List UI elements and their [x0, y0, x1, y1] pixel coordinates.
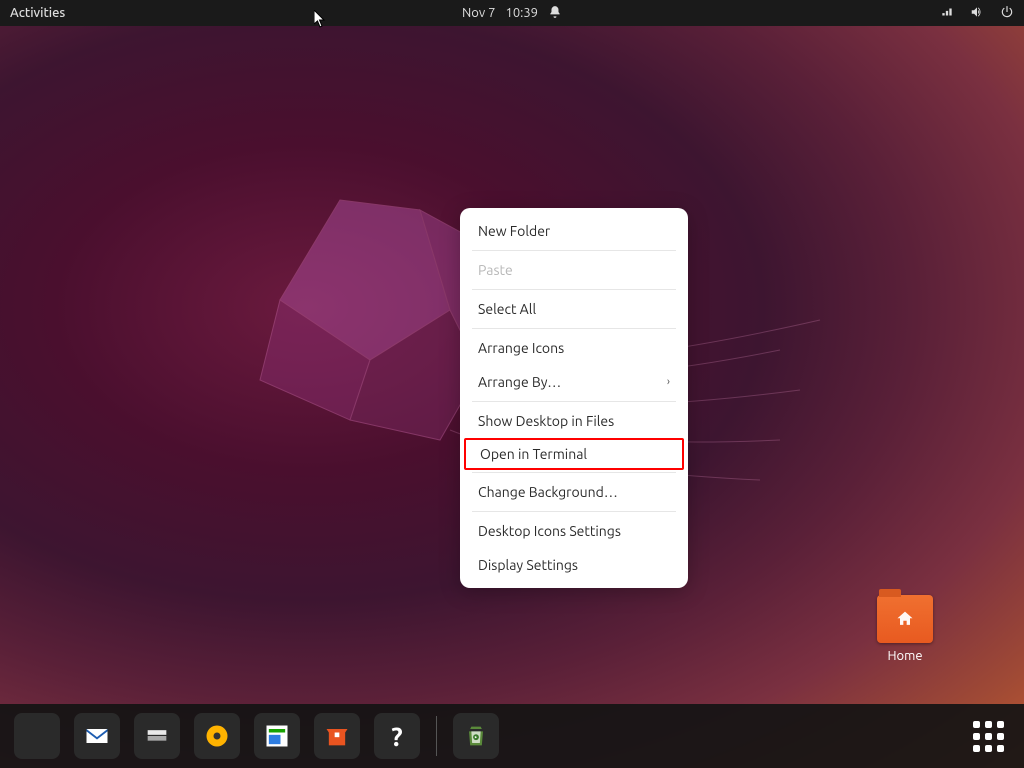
folder-icon — [877, 595, 933, 643]
menu-label: New Folder — [478, 223, 550, 239]
menu-label: Open in Terminal — [480, 446, 587, 462]
network-icon[interactable] — [940, 5, 954, 22]
menu-open-in-terminal[interactable]: Open in Terminal — [464, 438, 684, 470]
dock-files[interactable] — [134, 713, 180, 759]
dock: ? — [0, 704, 1024, 768]
dock-thunderbird[interactable] — [74, 713, 120, 759]
topbar-date: Nov 7 — [462, 6, 496, 20]
menu-separator — [472, 250, 676, 251]
menu-desktop-icons-settings[interactable]: Desktop Icons Settings — [460, 514, 688, 548]
dock-trash[interactable] — [453, 713, 499, 759]
menu-separator — [472, 401, 676, 402]
menu-separator — [472, 289, 676, 290]
menu-separator — [472, 511, 676, 512]
menu-show-desktop-files[interactable]: Show Desktop in Files — [460, 404, 688, 438]
menu-label: Arrange Icons — [478, 340, 564, 356]
desktop-home-folder[interactable]: Home — [870, 595, 940, 663]
show-applications-button[interactable] — [966, 714, 1010, 758]
notification-icon[interactable] — [548, 5, 562, 22]
menu-label: Display Settings — [478, 557, 578, 573]
volume-icon[interactable] — [970, 5, 984, 22]
menu-label: Arrange By… — [478, 374, 561, 390]
menu-arrange-by[interactable]: Arrange By… › — [460, 365, 688, 399]
menu-label: Paste — [478, 262, 513, 278]
menu-separator — [472, 472, 676, 473]
dock-help[interactable]: ? — [374, 713, 420, 759]
activities-button[interactable]: Activities — [10, 6, 65, 20]
desktop-context-menu: New Folder Paste Select All Arrange Icon… — [460, 208, 688, 588]
top-bar: Activities Nov 7 10:39 — [0, 0, 1024, 26]
dock-separator — [436, 716, 437, 756]
power-icon[interactable] — [1000, 5, 1014, 22]
desktop-icon-label: Home — [870, 649, 940, 663]
dock-rhythmbox[interactable] — [194, 713, 240, 759]
chevron-right-icon: › — [667, 376, 670, 388]
topbar-time: 10:39 — [505, 6, 538, 20]
menu-paste: Paste — [460, 253, 688, 287]
clock-area[interactable]: Nov 7 10:39 — [462, 5, 562, 22]
menu-select-all[interactable]: Select All — [460, 292, 688, 326]
menu-change-background[interactable]: Change Background… — [460, 475, 688, 509]
menu-label: Change Background… — [478, 484, 618, 500]
menu-label: Show Desktop in Files — [478, 413, 614, 429]
home-icon — [895, 609, 915, 627]
dock-libreoffice[interactable] — [254, 713, 300, 759]
menu-arrange-icons[interactable]: Arrange Icons — [460, 331, 688, 365]
menu-label: Select All — [478, 301, 536, 317]
menu-new-folder[interactable]: New Folder — [460, 214, 688, 248]
menu-display-settings[interactable]: Display Settings — [460, 548, 688, 582]
dock-software[interactable] — [314, 713, 360, 759]
menu-separator — [472, 328, 676, 329]
dock-firefox[interactable] — [14, 713, 60, 759]
menu-label: Desktop Icons Settings — [478, 523, 621, 539]
